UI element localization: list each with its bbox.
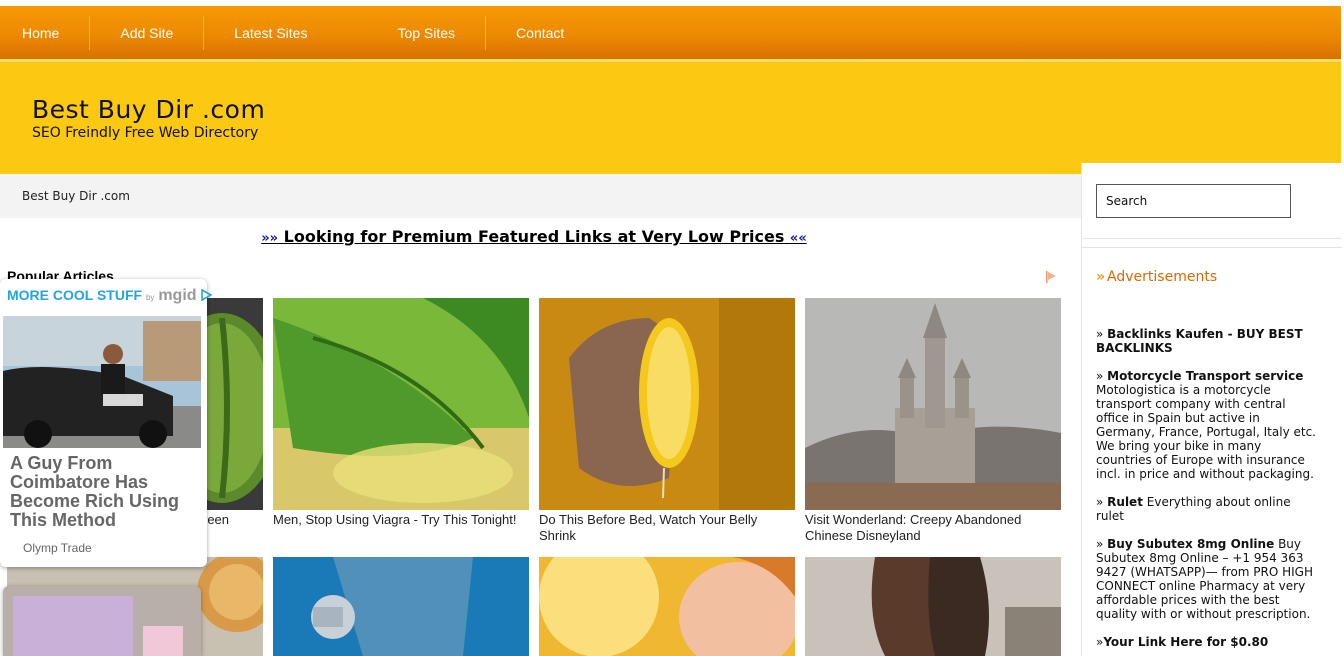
double-chevron-icon: » xyxy=(1096,269,1106,285)
article-tile[interactable] xyxy=(539,557,795,656)
ad-item: » Buy Subutex 8mg Online Buy Subutex 8mg… xyxy=(1096,537,1314,621)
castle-image xyxy=(805,298,1061,510)
nav-latest-sites[interactable]: Latest Sites xyxy=(204,16,367,50)
sidebar-divider xyxy=(1082,238,1342,248)
article-caption[interactable]: Do This Before Bed, Watch Your Belly Shr… xyxy=(539,512,795,544)
promo-link[interactable]: »» Looking for Premium Featured Links at… xyxy=(261,227,806,246)
ad-item: » Motorcycle Transport service Motologist… xyxy=(1096,369,1316,481)
mgid-card[interactable] xyxy=(3,586,201,656)
mgid-logo: mgid xyxy=(158,287,197,304)
site-title[interactable]: Best Buy Dir .com xyxy=(32,95,265,124)
site-header: Best Buy Dir .com SEO Freindly Free Web … xyxy=(0,59,1341,174)
women-image xyxy=(805,557,1061,656)
mgid-play-icon xyxy=(201,288,214,302)
ad-link[interactable]: Your Link Here for $0.80 xyxy=(1103,635,1268,649)
ads-heading: » Advertisements xyxy=(1096,269,1217,285)
ad-item: »Your Link Here for $0.80 xyxy=(1096,635,1269,649)
nav-contact[interactable]: Contact xyxy=(486,16,594,50)
nav-add-site[interactable]: Add Site xyxy=(90,15,205,50)
promo-text: Looking for Premium Featured Links at Ve… xyxy=(283,227,785,246)
ad-link[interactable]: Rulet xyxy=(1107,495,1143,509)
ad-link[interactable]: Buy Subutex 8mg Online xyxy=(1107,537,1274,551)
mgid-card[interactable]: A Guy From Coimbatore Has Become Rich Us… xyxy=(3,316,201,566)
aloe-image xyxy=(273,298,529,510)
ads-heading-text: Advertisements xyxy=(1107,269,1218,285)
robot-arm-image xyxy=(273,557,529,656)
article-tile[interactable] xyxy=(273,557,529,656)
site-tagline: SEO Freindly Free Web Directory xyxy=(32,125,259,141)
breadcrumb: Best Buy Dir .com xyxy=(0,174,1082,218)
article-tile[interactable]: Men, Stop Using Viagra - Try This Tonigh… xyxy=(273,298,529,528)
breadcrumb-home-link[interactable]: Best Buy Dir .com xyxy=(22,189,130,203)
article-caption[interactable]: Men, Stop Using Viagra - Try This Tonigh… xyxy=(273,512,529,528)
mgid-widget: MORE COOL STUFF by mgid A Guy From Coimb… xyxy=(0,279,214,567)
article-tile[interactable] xyxy=(805,557,1061,656)
sidebar: Search » Advertisements » Backlinks Kaufe… xyxy=(1081,163,1342,656)
search-input[interactable]: Search xyxy=(1096,184,1291,218)
sun-face-image xyxy=(539,557,795,656)
promo-banner: »» Looking for Premium Featured Links at… xyxy=(0,227,1068,246)
mgid-header[interactable]: MORE COOL STUFF by mgid xyxy=(7,287,214,305)
promo-arrows-right: «« xyxy=(789,231,807,246)
mgid-card-source: Olymp Trade xyxy=(23,541,92,555)
mgid-card-title[interactable]: A Guy From Coimbatore Has Become Rich Us… xyxy=(10,454,190,530)
promo-arrows-left: »» xyxy=(261,231,279,246)
ad-item: » Rulet Everything about online rulet xyxy=(1096,495,1291,523)
article-tile[interactable]: Visit Wonderland: Creepy Abandoned Chine… xyxy=(805,298,1061,544)
ad-link[interactable]: Motorcycle Transport service xyxy=(1107,369,1303,383)
ad-description: Motologistica is a motorcycle transport … xyxy=(1096,383,1316,481)
main-nav: Home Add Site Latest Sites Top Sites Con… xyxy=(0,6,1341,59)
article-caption[interactable]: Visit Wonderland: Creepy Abandoned Chine… xyxy=(805,512,1061,544)
ads-list: » Backlinks Kaufen - BUY BEST BACKLINKS … xyxy=(1096,327,1316,656)
mgid-by: by xyxy=(145,293,155,302)
car-man-image xyxy=(3,316,201,448)
mgid-header-text: MORE COOL STUFF xyxy=(7,287,143,303)
lemon-hand-image xyxy=(539,298,795,510)
ad-link[interactable]: Backlinks Kaufen - BUY BEST BACKLINKS xyxy=(1096,327,1303,355)
ad-item: » Backlinks Kaufen - BUY BEST BACKLINKS xyxy=(1096,327,1303,355)
adchoices-icon[interactable] xyxy=(1045,270,1057,284)
article-tile[interactable]: Do This Before Bed, Watch Your Belly Shr… xyxy=(539,298,795,544)
nav-top-sites[interactable]: Top Sites xyxy=(367,15,487,50)
money-image xyxy=(3,586,201,656)
nav-home[interactable]: Home xyxy=(0,15,91,50)
